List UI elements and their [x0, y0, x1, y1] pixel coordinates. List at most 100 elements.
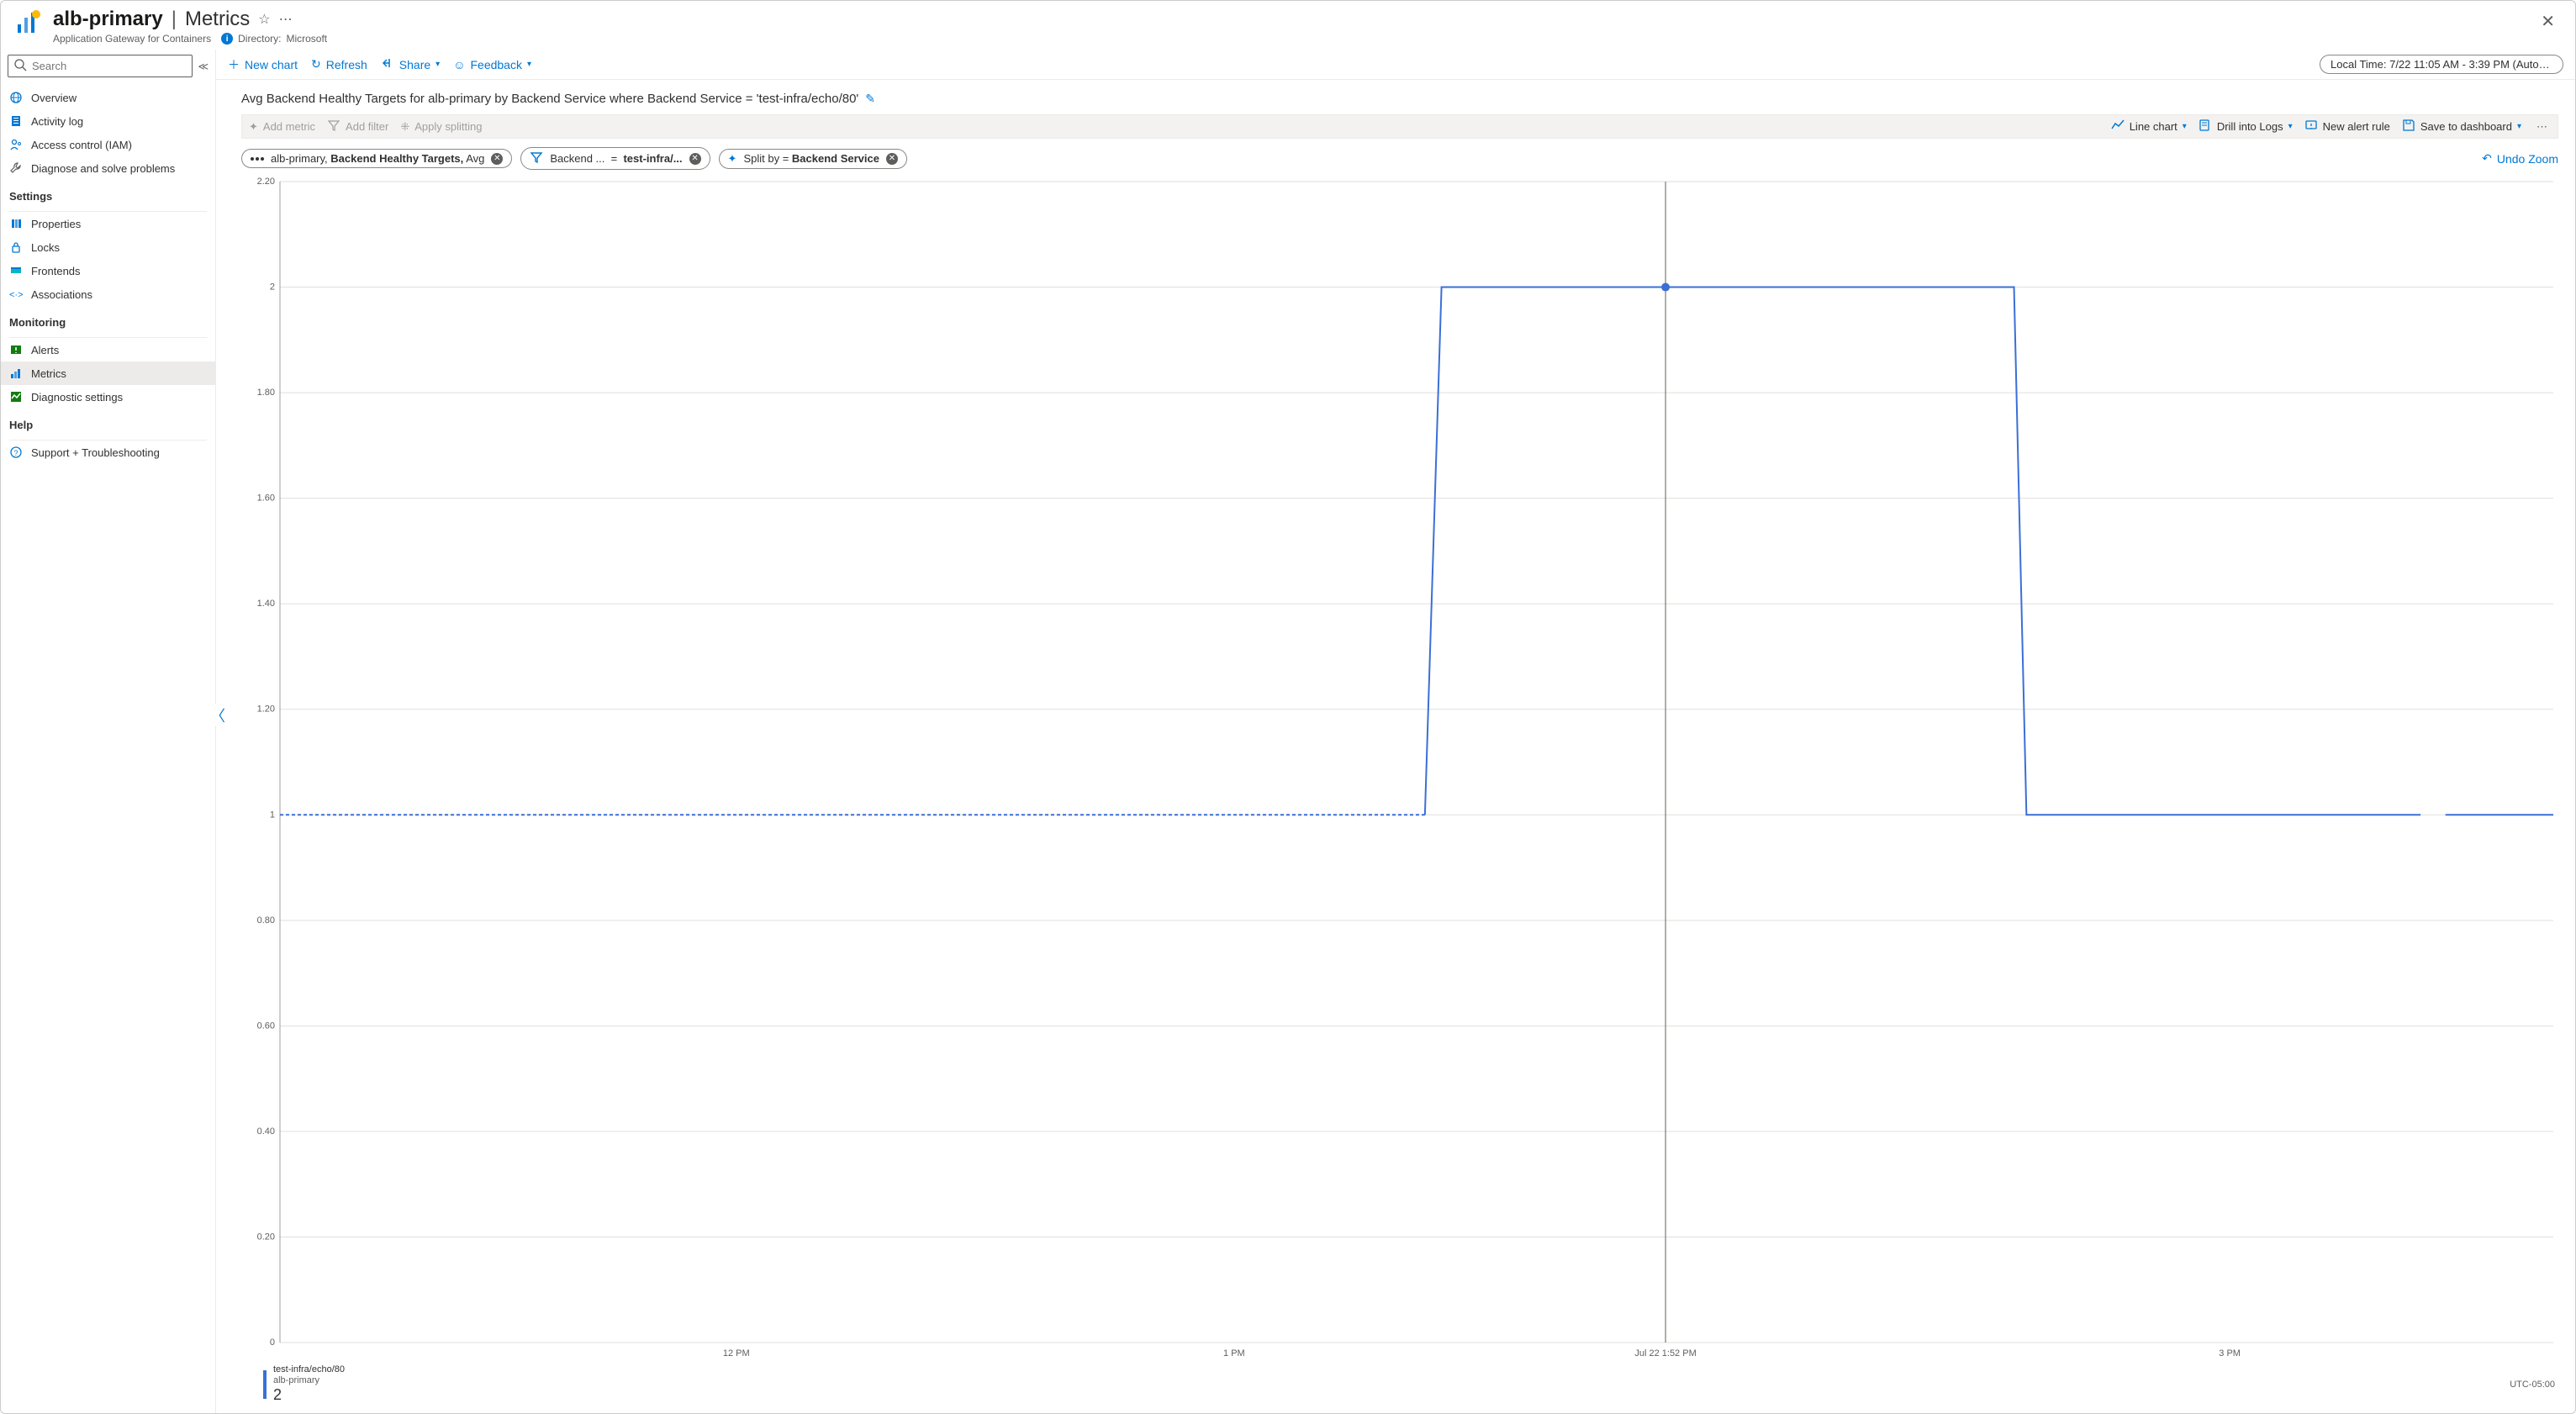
split-pill[interactable]: ✦ Split by = Backend Service ✕: [719, 149, 907, 169]
sidebar-item-locks[interactable]: Locks: [1, 235, 215, 259]
sidebar-collapse-icon[interactable]: ≪: [198, 61, 209, 72]
svg-text:0: 0: [270, 1337, 275, 1348]
save-dashboard-button[interactable]: Save to dashboard ▾: [2402, 119, 2521, 135]
svg-text:0.40: 0.40: [257, 1126, 275, 1137]
sidebar-item-associations[interactable]: <·>Associations: [1, 282, 215, 306]
favorite-star-icon[interactable]: ☆: [258, 11, 270, 28]
refresh-button[interactable]: ↻ Refresh: [311, 57, 367, 71]
new-chart-label: New chart: [245, 58, 298, 71]
apply-splitting-label: Apply splitting: [414, 120, 482, 133]
feedback-button[interactable]: ☺ Feedback ▾: [453, 58, 531, 71]
svg-text:3 PM: 3 PM: [2219, 1348, 2241, 1359]
drill-logs-button[interactable]: Drill into Logs ▾: [2199, 119, 2293, 135]
logs-icon: [2199, 119, 2212, 135]
remove-pill-icon[interactable]: ✕: [689, 153, 701, 165]
sidebar-search[interactable]: [8, 55, 193, 77]
share-label: Share: [399, 58, 430, 71]
add-metric-icon: ✦: [249, 120, 258, 134]
sidebar-item-diagnose-and-solve-problems[interactable]: Diagnose and solve problems: [1, 156, 215, 180]
chevron-down-icon: ▾: [2183, 122, 2187, 131]
sidebar-item-support-troubleshooting[interactable]: ?Support + Troubleshooting: [1, 441, 215, 464]
plus-icon: ＋: [228, 56, 240, 73]
split-icon: ✦: [728, 152, 737, 166]
svg-text:<·>: <·>: [9, 290, 23, 300]
sidebar-section-label: Monitoring: [1, 306, 215, 334]
undo-icon: ↶: [2482, 151, 2492, 166]
chart-title: Avg Backend Healthy Targets for alb-prim…: [241, 92, 858, 106]
sidebar-expand-chevron-icon[interactable]: 〈: [210, 704, 225, 726]
svg-text:0.60: 0.60: [257, 1021, 275, 1031]
lock-icon: [9, 240, 23, 254]
drill-logs-label: Drill into Logs: [2217, 120, 2283, 133]
sidebar: ≪ Overview Activity log Access control (IA…: [1, 50, 216, 1413]
remove-pill-icon[interactable]: ✕: [886, 153, 898, 165]
legend-value: 2: [273, 1386, 345, 1405]
globe-icon: [9, 91, 23, 104]
sidebar-item-access-control-iam-[interactable]: Access control (IAM): [1, 133, 215, 156]
log-icon: [9, 114, 23, 128]
chart-action-bar: ✦ Add metric Add filter ⁜ Apply splittin…: [241, 114, 2558, 139]
sidebar-section-label: Help: [1, 409, 215, 436]
sidebar-item-label: Frontends: [31, 265, 81, 277]
sidebar-item-label: Access control (IAM): [31, 139, 132, 151]
chart-more-icon[interactable]: ⋯: [2533, 120, 2551, 134]
save-dashboard-label: Save to dashboard: [2420, 120, 2512, 133]
chevron-down-icon: ▾: [2517, 122, 2521, 131]
search-icon: [13, 58, 27, 74]
sidebar-item-overview[interactable]: Overview: [1, 86, 215, 109]
alerts-icon: [9, 343, 23, 356]
add-filter-button[interactable]: Add filter: [327, 119, 388, 135]
save-icon: [2402, 119, 2415, 135]
chart-area[interactable]: 00.200.400.600.8011.201.401.601.8022.201…: [241, 177, 2558, 1361]
add-metric-button[interactable]: ✦ Add metric: [249, 120, 315, 134]
filter-value: test-infra/...: [623, 152, 682, 165]
sidebar-item-frontends[interactable]: Frontends: [1, 259, 215, 282]
time-range-picker[interactable]: Local Time: 7/22 11:05 AM - 3:39 PM (Aut…: [2320, 55, 2563, 74]
add-metric-label: Add metric: [263, 120, 315, 133]
diag-icon: [9, 390, 23, 404]
filter-pill[interactable]: Backend ... = test-infra/... ✕: [520, 147, 710, 170]
props-icon: [9, 217, 23, 230]
svg-text:1.80: 1.80: [257, 388, 275, 398]
new-chart-button[interactable]: ＋ New chart: [228, 56, 298, 73]
sidebar-item-label: Diagnose and solve problems: [31, 162, 175, 175]
smiley-icon: ☺: [453, 58, 465, 71]
wrench-icon: [9, 161, 23, 175]
split-prefix: Split by =: [743, 152, 789, 165]
new-alert-button[interactable]: New alert rule: [2304, 119, 2390, 135]
filter-icon: [327, 119, 340, 135]
metric-pill[interactable]: alb-primary, Backend Healthy Targets, Av…: [241, 149, 512, 168]
refresh-label: Refresh: [326, 58, 367, 71]
sidebar-item-metrics[interactable]: Metrics: [1, 361, 215, 385]
sidebar-section-label: Settings: [1, 180, 215, 208]
close-blade-icon[interactable]: ✕: [2534, 8, 2562, 35]
legend-resource: alb-primary: [273, 1375, 345, 1386]
edit-title-icon[interactable]: ✎: [865, 92, 875, 106]
split-value: Backend Service: [792, 152, 879, 165]
sidebar-search-input[interactable]: [32, 60, 187, 72]
header-more-icon[interactable]: ⋯: [279, 11, 293, 28]
svg-text:1: 1: [270, 810, 275, 820]
title-separator: |: [172, 8, 177, 31]
add-filter-label: Add filter: [346, 120, 388, 133]
sidebar-item-diagnostic-settings[interactable]: Diagnostic settings: [1, 385, 215, 409]
resource-name: alb-primary: [53, 8, 163, 31]
feedback-label: Feedback: [470, 58, 521, 71]
sidebar-item-properties[interactable]: Properties: [1, 212, 215, 235]
sidebar-item-activity-log[interactable]: Activity log: [1, 109, 215, 133]
svg-text:?: ?: [14, 449, 18, 457]
alert-icon: [2304, 119, 2318, 135]
metric-resource: alb-primary,: [271, 152, 328, 165]
svg-text:0.20: 0.20: [257, 1232, 275, 1242]
chart-type-dropdown[interactable]: Line chart ▾: [2111, 119, 2187, 135]
directory-value: Microsoft: [286, 33, 327, 45]
sidebar-item-alerts[interactable]: Alerts: [1, 338, 215, 361]
apply-splitting-button[interactable]: ⁜ Apply splitting: [400, 120, 482, 134]
new-alert-label: New alert rule: [2323, 120, 2390, 133]
remove-pill-icon[interactable]: ✕: [491, 153, 503, 165]
share-button[interactable]: Share ▾: [381, 56, 440, 72]
resource-type-icon: [14, 8, 43, 36]
sidebar-item-label: Activity log: [31, 115, 83, 128]
sidebar-item-label: Overview: [31, 92, 77, 104]
undo-zoom-button[interactable]: ↶ Undo Zoom: [2482, 151, 2558, 166]
